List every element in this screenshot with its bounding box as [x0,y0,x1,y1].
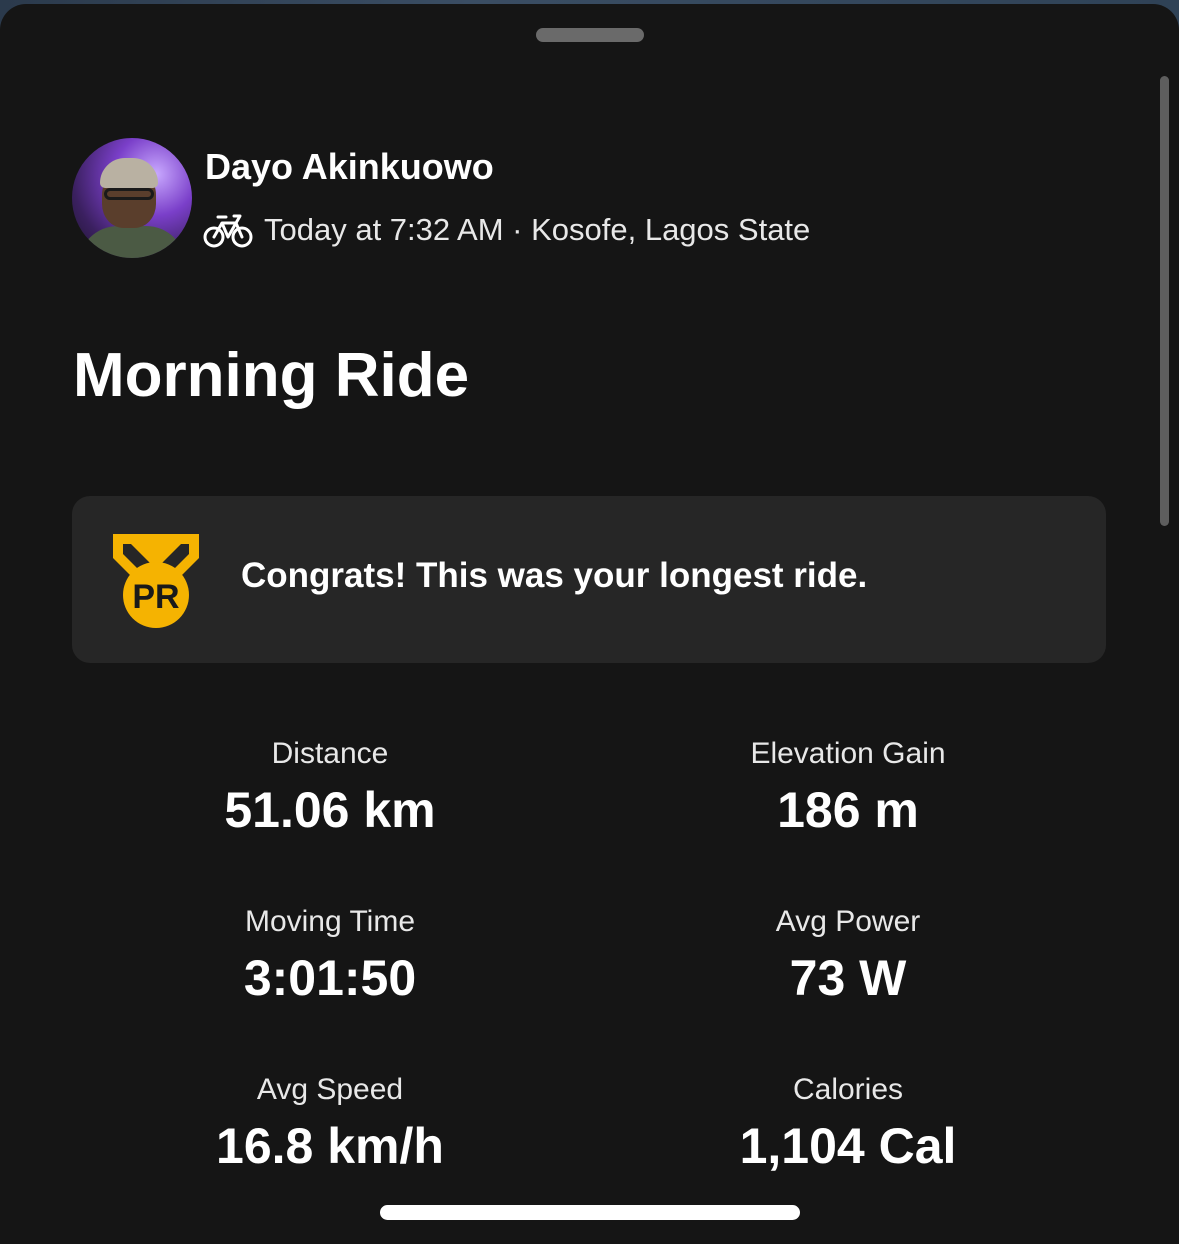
stat-value: 1,104 Cal [739,1118,957,1174]
activity-title: Morning Ride [73,341,470,410]
avatar-body [78,226,186,258]
stat-label: Elevation Gain [750,737,946,770]
stat-avg-power[interactable]: Avg Power 73 W [638,902,1058,1008]
pr-medal-text: PR [132,578,179,616]
home-indicator[interactable] [380,1205,800,1220]
stat-label: Avg Power [775,905,921,938]
activity-detail-sheet: Dayo Akinkuowo Today at 7:32 AM · Kosofe… [0,4,1179,1244]
stat-value: 3:01:50 [243,950,417,1006]
scrollbar[interactable] [1160,76,1169,526]
sheet-grabber-handle[interactable] [536,28,644,42]
stat-value: 51.06 km [224,782,436,838]
stat-avg-speed[interactable]: Avg Speed 16.8 km/h [120,1070,540,1176]
stat-value: 16.8 km/h [216,1118,444,1174]
stat-label: Distance [271,737,389,770]
stat-value: 73 W [789,950,907,1006]
stat-label: Calories [792,1073,904,1106]
activity-time-location: Today at 7:32 AM · Kosofe, Lagos State [264,212,811,247]
stat-label: Avg Speed [256,1073,404,1106]
stat-calories[interactable]: Calories 1,104 Cal [638,1070,1058,1176]
pr-banner[interactable]: PR Congrats! This was your longest ride. [72,496,1106,663]
avatar-cap [100,158,158,188]
stat-label: Moving Time [244,905,416,938]
bike-icon [203,214,253,248]
stat-moving-time[interactable]: Moving Time 3:01:50 [120,902,540,1008]
pr-medal-icon: PR [113,534,199,628]
stat-value: 186 m [777,782,919,838]
stat-elevation-gain[interactable]: Elevation Gain 186 m [638,734,1058,840]
stat-distance[interactable]: Distance 51.06 km [120,734,540,840]
pr-message: Congrats! This was your longest ride. [241,556,868,595]
activity-meta: Today at 7:32 AM · Kosofe, Lagos State [203,209,810,251]
avatar[interactable] [72,138,192,258]
athlete-name[interactable]: Dayo Akinkuowo [205,146,494,188]
avatar-glasses [104,188,154,200]
